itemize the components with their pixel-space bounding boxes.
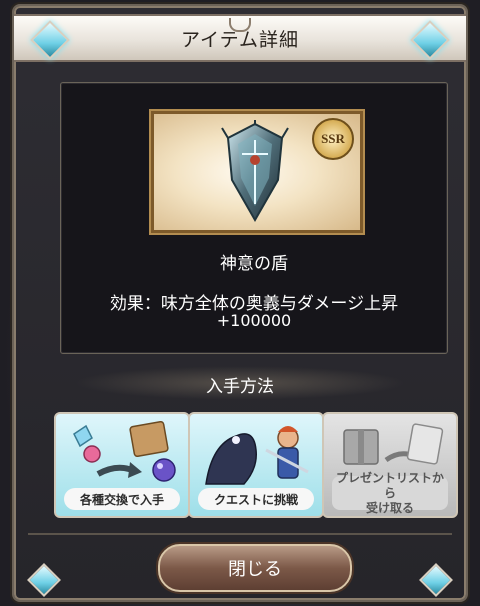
quest-icon — [205, 426, 309, 485]
method-quest-label: クエストに挑戦 — [198, 488, 314, 510]
item-effect-value: +100000 — [216, 311, 292, 330]
acquire-heading: 入手方法 — [206, 377, 274, 397]
method-exchange-label: 各種交換で入手 — [64, 488, 180, 510]
exchange-icon — [73, 421, 176, 482]
method-present-label: プレゼントリストから 受け取る — [332, 471, 448, 515]
item-detail-panel: SSR 神意の盾 効果：味方全体の奥義与ダメージ上昇 +100000 — [60, 82, 448, 354]
gem-ornament-icon — [410, 20, 450, 60]
gem-ornament-icon — [419, 563, 453, 597]
close-button[interactable]: 閉じる — [158, 544, 352, 592]
item-name: 神意の盾 — [220, 254, 288, 274]
method-quest-button[interactable]: クエストに挑戦 — [188, 412, 324, 518]
shield-icon — [221, 120, 289, 223]
method-exchange-button[interactable]: 各種交換で入手 — [54, 412, 190, 518]
gem-ornament-icon — [30, 20, 70, 60]
gem-ornament-icon — [27, 563, 61, 597]
method-present-button: プレゼントリストから 受け取る — [322, 412, 458, 518]
item-detail-dialog: アイテム詳細 SSR 神意の盾 効果：味方全体の奥義与ダメージ上昇 +10000… — [14, 6, 466, 600]
crest-ornament-icon — [229, 18, 251, 32]
item-card-image: SSR — [151, 111, 363, 233]
dialog-title-bar: アイテム詳細 — [14, 14, 466, 62]
rarity-badge: SSR — [312, 118, 354, 160]
divider — [28, 533, 452, 535]
